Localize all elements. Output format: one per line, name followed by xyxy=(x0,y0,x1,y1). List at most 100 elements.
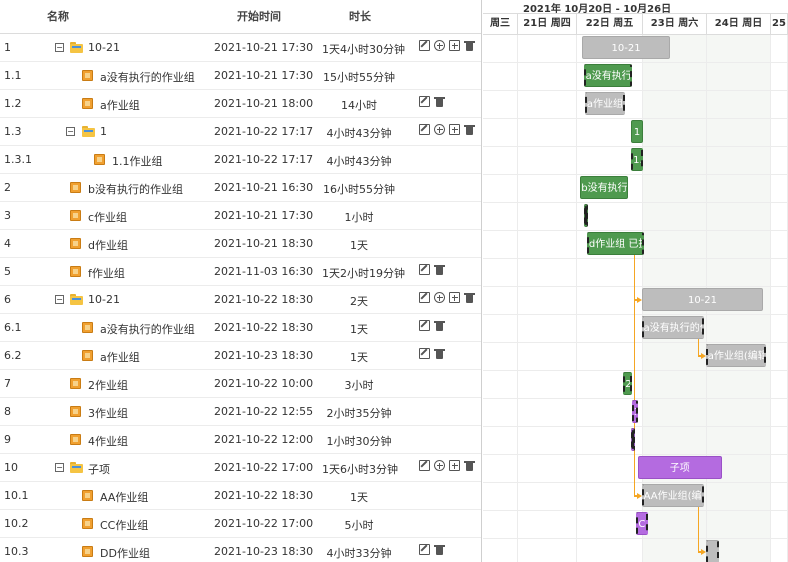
task-bar[interactable]: CC作业组 xyxy=(636,512,649,535)
link-arrow xyxy=(636,493,642,499)
task-bar[interactable]: a没有执行的作业组 xyxy=(641,316,704,339)
delete-icon[interactable] xyxy=(464,40,475,51)
task-row[interactable]: 8 3作业组 2021-10-22 12:55 2小时35分钟 xyxy=(0,398,481,426)
task-icon xyxy=(70,434,81,445)
start-time: 2021-10-22 12:55 xyxy=(214,405,314,418)
task-name[interactable]: d作业组 xyxy=(88,237,128,253)
group-row[interactable]: 1.3 − 1 2021-10-22 17:17 4小时43分钟 xyxy=(0,118,481,146)
edit-icon[interactable] xyxy=(419,96,430,107)
task-name[interactable]: 1.1作业组 xyxy=(112,153,163,169)
add-icon[interactable] xyxy=(434,460,445,471)
task-row[interactable]: 6.1 a没有执行的作业组 2021-10-22 18:30 1天 xyxy=(0,314,481,342)
task-bar[interactable] xyxy=(705,540,719,562)
task-bar[interactable]: AA作业组(编辑) xyxy=(641,484,704,507)
task-name[interactable]: 4作业组 xyxy=(88,433,128,449)
task-row[interactable]: 1.3.1 1.1作业组 2021-10-22 17:17 4小时43分钟 xyxy=(0,146,481,174)
add-icon[interactable] xyxy=(434,40,445,51)
task-bar[interactable]: b没有执行的作业组 xyxy=(580,176,629,199)
column-header-duration[interactable]: 时长 xyxy=(349,8,371,24)
task-row[interactable]: 1.1 a没有执行的作业组 2021-10-21 17:30 15小时55分钟 xyxy=(0,62,481,90)
task-name[interactable]: DD作业组 xyxy=(100,545,150,561)
task-name[interactable]: AA作业组 xyxy=(100,489,148,505)
task-icon xyxy=(70,182,81,193)
add-icon[interactable] xyxy=(434,292,445,303)
task-bar[interactable]: a没有执行的作业组 xyxy=(583,64,632,87)
edit-icon[interactable] xyxy=(419,40,430,51)
task-bar[interactable]: 1.1作业组 xyxy=(631,148,643,171)
group-row[interactable]: 6 − 10-21 2021-10-22 18:30 2天 xyxy=(0,286,481,314)
task-name[interactable]: a没有执行的作业组 xyxy=(100,321,195,337)
add-subtask-icon[interactable] xyxy=(449,40,460,51)
task-bar[interactable]: a作业组(编辑) xyxy=(705,344,766,367)
collapse-toggle[interactable]: − xyxy=(55,295,64,304)
column-header-start[interactable]: 开始时间 xyxy=(237,8,281,24)
collapse-toggle[interactable]: − xyxy=(66,127,75,136)
task-bar[interactable] xyxy=(631,428,636,451)
edit-icon[interactable] xyxy=(419,320,430,331)
edit-icon[interactable] xyxy=(419,292,430,303)
link-arrow xyxy=(700,353,706,359)
task-row[interactable]: 6.2 a作业组 2021-10-23 18:30 1天 xyxy=(0,342,481,370)
edit-icon[interactable] xyxy=(419,348,430,359)
add-subtask-icon[interactable] xyxy=(449,124,460,135)
edit-icon[interactable] xyxy=(419,544,430,555)
task-bar[interactable]: a作业组 xyxy=(584,92,625,115)
task-name[interactable]: a作业组 xyxy=(100,349,140,365)
task-bar[interactable]: d作业组 已执行 xyxy=(586,232,645,255)
task-row[interactable]: 10.2 CC作业组 2021-10-22 17:00 5小时 xyxy=(0,510,481,538)
task-row[interactable]: 9 4作业组 2021-10-22 12:00 1小时30分钟 xyxy=(0,426,481,454)
delete-icon[interactable] xyxy=(464,124,475,135)
task-row[interactable]: 1.2 a作业组 2021-10-21 18:00 14小时 xyxy=(0,90,481,118)
task-bar[interactable]: 10-21 xyxy=(641,288,764,311)
delete-icon[interactable] xyxy=(464,292,475,303)
task-name[interactable]: 3作业组 xyxy=(88,405,128,421)
start-time: 2021-10-22 17:17 xyxy=(214,153,314,166)
task-name[interactable]: CC作业组 xyxy=(100,517,148,533)
add-subtask-icon[interactable] xyxy=(449,460,460,471)
task-name[interactable]: b没有执行的作业组 xyxy=(88,181,183,197)
row-number: 10 xyxy=(4,461,18,474)
delete-icon[interactable] xyxy=(464,460,475,471)
group-row[interactable]: 1 − 10-21 2021-10-21 17:30 1天4小时30分钟 xyxy=(0,34,481,62)
task-name[interactable]: 10-21 xyxy=(88,41,120,54)
delete-icon[interactable] xyxy=(434,320,445,331)
delete-icon[interactable] xyxy=(434,348,445,359)
task-row[interactable]: 10.1 AA作业组 2021-10-22 18:30 1天 xyxy=(0,482,481,510)
duration: 2小时35分钟 xyxy=(326,407,392,420)
task-name[interactable]: 1 xyxy=(100,125,107,138)
task-name[interactable]: a作业组 xyxy=(100,97,140,113)
delete-icon[interactable] xyxy=(434,544,445,555)
grid-header: 名称 开始时间 时长 xyxy=(0,0,481,34)
task-bar[interactable]: 10-21 xyxy=(582,36,670,59)
task-name[interactable]: 10-21 xyxy=(88,293,120,306)
group-row[interactable]: 10 − 子项 2021-10-22 17:00 1天6小时3分钟 xyxy=(0,454,481,482)
collapse-toggle[interactable]: − xyxy=(55,43,64,52)
task-name[interactable]: f作业组 xyxy=(88,265,125,281)
row-number: 6.1 xyxy=(4,321,22,334)
task-row[interactable]: 10.3 DD作业组 2021-10-23 18:30 4小时33分钟 xyxy=(0,538,481,562)
task-bar[interactable]: 3 xyxy=(631,400,639,423)
task-bar[interactable] xyxy=(583,204,588,227)
task-bar[interactable]: 2 xyxy=(623,372,633,395)
add-icon[interactable] xyxy=(434,124,445,135)
edit-icon[interactable] xyxy=(419,264,430,275)
edit-icon[interactable] xyxy=(419,124,430,135)
delete-icon[interactable] xyxy=(434,264,445,275)
column-header-name[interactable]: 名称 xyxy=(47,8,69,24)
task-row[interactable]: 5 f作业组 2021-11-03 16:30 1天2小时19分钟 xyxy=(0,258,481,286)
task-bar[interactable]: 1 xyxy=(631,120,643,143)
add-subtask-icon[interactable] xyxy=(449,292,460,303)
task-row[interactable]: 2 b没有执行的作业组 2021-10-21 16:30 16小时55分钟 xyxy=(0,174,481,202)
task-name[interactable]: 2作业组 xyxy=(88,377,128,393)
task-name[interactable]: c作业组 xyxy=(88,209,127,225)
task-name[interactable]: a没有执行的作业组 xyxy=(100,69,195,85)
task-bar[interactable]: 子项 xyxy=(637,456,722,479)
delete-icon[interactable] xyxy=(434,96,445,107)
task-row[interactable]: 3 c作业组 2021-10-21 17:30 1小时 xyxy=(0,202,481,230)
duration: 2天 xyxy=(350,295,368,308)
task-row[interactable]: 7 2作业组 2021-10-22 10:00 3小时 xyxy=(0,370,481,398)
edit-icon[interactable] xyxy=(419,460,430,471)
collapse-toggle[interactable]: − xyxy=(55,463,64,472)
task-row[interactable]: 4 d作业组 2021-10-21 18:30 1天 xyxy=(0,230,481,258)
task-name[interactable]: 子项 xyxy=(88,461,110,477)
